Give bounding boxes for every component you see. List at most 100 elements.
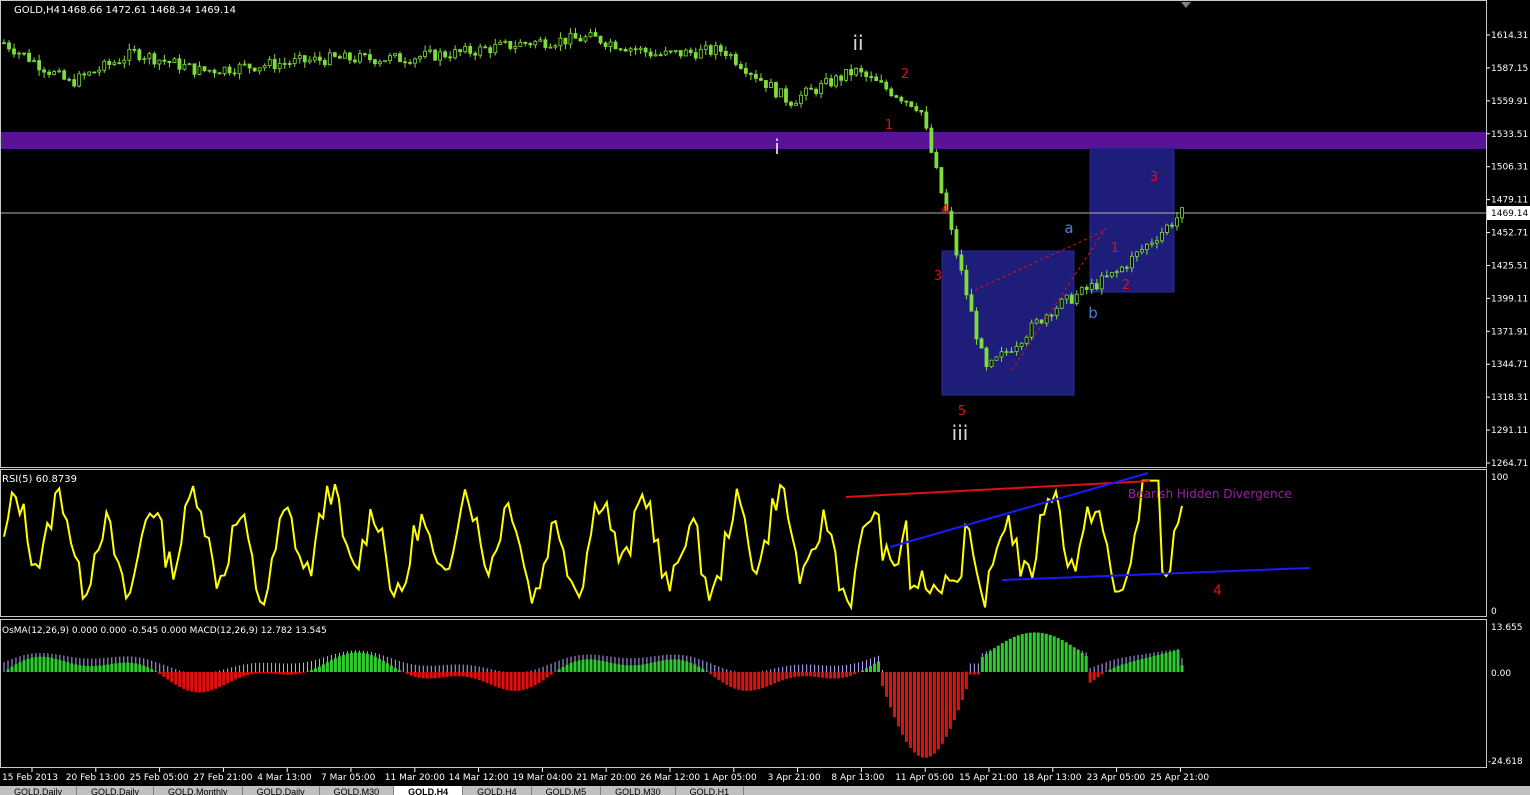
candle-body [403,61,407,64]
candle-body [332,52,337,57]
candle-body [37,60,41,71]
candle-body [147,53,152,60]
candle-body [989,359,994,367]
candle-body [117,62,122,65]
candle-body [814,88,818,94]
candle-body [1034,319,1039,324]
chart-tab[interactable]: GOLD,M5 [532,786,602,795]
wave-label: i [774,135,780,159]
candle-body [242,63,247,66]
candle-body [1059,298,1064,309]
candle-body [914,106,919,111]
candle-body [1004,351,1009,354]
candle-body [12,48,16,55]
candle-body [2,42,6,45]
candle-body [909,101,914,107]
candle-body [122,59,127,64]
chart-tab[interactable]: GOLD,M30 [601,786,676,795]
candle-body [182,64,187,70]
chart-tab[interactable]: GOLD,Monthly [154,786,243,795]
candle-body [237,63,242,75]
candle-body [443,51,448,58]
candle-body [458,49,463,53]
macd-axis-zero: 0.00 [1491,669,1511,679]
wave-label: b [1088,304,1098,322]
candle-body [628,48,633,52]
candle-body [849,69,854,76]
candle-body [658,54,663,57]
candle-body [383,60,387,63]
ohlc-header: 1468.66 1472.61 1468.34 1469.14 [61,5,236,16]
candle-body [1150,242,1154,245]
candle-body [378,61,382,65]
wave-label: 2 [901,67,909,82]
candle-body [87,71,92,76]
candle-body [413,58,417,64]
chart-tab[interactable]: GOLD,Daily [77,786,155,795]
candle-body [27,52,31,62]
candle-body [1160,232,1164,242]
candle-body [217,72,222,75]
candle-body [197,66,202,75]
price-tick-label: 1614.31 [1491,31,1528,41]
time-tick-label: 19 Mar 04:00 [512,773,572,783]
candle-body [448,56,453,59]
price-tick-label: 1506.31 [1491,163,1528,173]
candle-body [1145,243,1149,250]
candle-body [1079,286,1084,295]
candle-body [162,59,167,62]
candle-body [1129,255,1134,269]
candle-body [287,63,292,65]
candle-body [142,58,147,61]
time-tick-label: 3 Apr 21:00 [768,773,821,783]
price-tick-label: 1479.11 [1491,196,1528,206]
candle-body [388,55,392,62]
candle-body [643,47,648,53]
candle-body [468,46,473,54]
candle-body [222,66,227,74]
candle-body [82,73,87,76]
candle-body [799,94,803,104]
candle-body [869,76,874,78]
candle-body [884,81,889,90]
candle-body [1029,322,1034,338]
candle-body [132,48,137,51]
chart-tab[interactable]: GOLD,Daily [0,786,78,795]
candle-body [894,95,899,98]
chart-tab[interactable]: GOLD,H4 [394,786,464,795]
candle-body [949,210,954,230]
candle-body [1104,275,1109,278]
chart-tab[interactable]: GOLD,H4 [463,786,532,795]
symbol-header: GOLD,H4 [14,5,60,16]
chart-canvas[interactable]: GOLD,H4 1468.66 1472.61 1468.34 1469.14 … [0,0,1530,786]
price-tick-label: 1291.11 [1491,426,1528,436]
candle-body [548,46,553,49]
chart-tab[interactable]: GOLD,Daily [243,786,320,795]
candle-body [167,60,172,63]
candle-body [493,44,498,54]
candle-body [859,68,864,73]
price-tick-label: 1425.51 [1491,261,1528,271]
candle-body [127,48,132,61]
candle-body [1094,283,1099,290]
candle-body [688,49,693,53]
candle-body [1054,307,1059,316]
chart-tab[interactable]: GOLD,H1 [676,786,745,795]
time-tick-label: 8 Apr 13:00 [831,773,884,783]
macd-axis-top: 13.655 [1491,623,1523,633]
candle-body [1069,294,1074,304]
candle-body [277,63,282,69]
candle-body [363,53,367,56]
candle-body [819,83,823,94]
time-tick-label: 23 Apr 05:00 [1087,773,1146,783]
candle-body [769,82,773,88]
price-tick-label: 1587.15 [1491,64,1528,74]
candle-body [608,41,613,47]
candle-body [423,50,427,57]
candle-body [438,51,443,61]
time-tick-label: 14 Mar 12:00 [449,773,509,783]
candle-body [322,59,327,66]
chart-tab[interactable]: GOLD,M30 [320,786,395,795]
candle-body [352,59,357,63]
candle-body [463,46,468,53]
